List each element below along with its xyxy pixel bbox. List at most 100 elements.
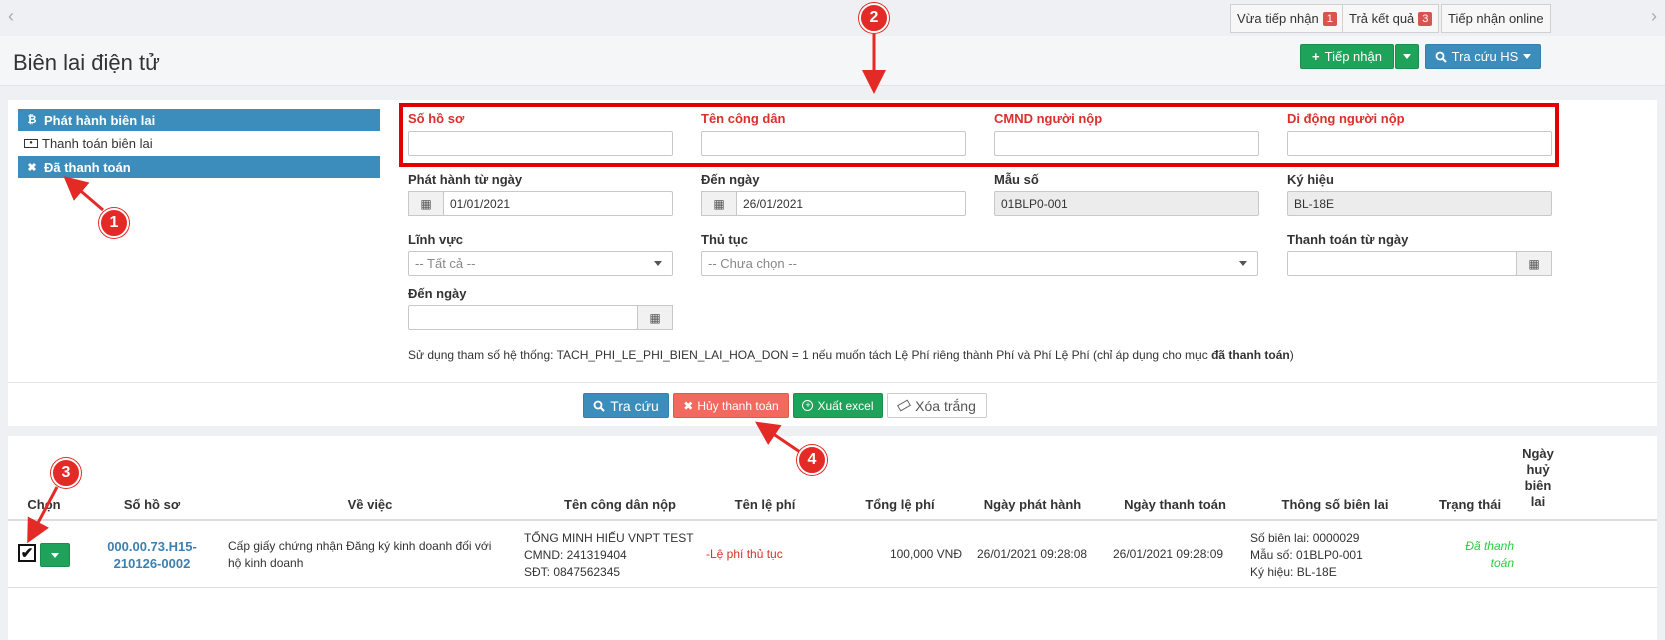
ve-viec-line: Cấp giấy chứng nhận Đăng ký kinh doanh đ… xyxy=(228,539,492,553)
caret-down-icon xyxy=(51,552,59,558)
tra-ket-qua-button[interactable]: Trả kết quả 3 xyxy=(1342,4,1440,33)
row-checkbox[interactable]: ✔ xyxy=(18,544,36,562)
row-so-ho-so-link[interactable]: 000.00.73.H15- 210126-0002 xyxy=(100,538,204,572)
ky-hieu-label: Ký hiệu xyxy=(1287,172,1334,187)
linh-vuc-label: Lĩnh vực xyxy=(408,232,463,247)
linh-vuc-selected: -- Tất cả -- xyxy=(415,256,476,271)
close-icon: ✖ xyxy=(27,161,37,174)
sidebar-item-thanh-toan[interactable]: ● Thanh toán biên lai xyxy=(18,132,380,154)
trang-thai-line: Đã thanh xyxy=(1465,539,1514,553)
mau-so-field: 01BLP0-001 xyxy=(994,191,1259,216)
col-ngay-huy-line: biên xyxy=(1524,478,1552,493)
ky-hieu: Ký hiệu: BL-18E xyxy=(1250,565,1337,579)
cong-dan-cmnd: CMND: 241319404 xyxy=(524,548,627,562)
thu-tuc-label: Thủ tục xyxy=(701,232,748,247)
tiep-nhan-button[interactable]: + Tiếp nhận xyxy=(1300,44,1394,69)
thanh-toan-tu-ngay-input[interactable] xyxy=(1287,251,1517,276)
ve-viec-line: hộ kinh doanh xyxy=(228,556,304,570)
col-ngay-huy-line: Ngày xyxy=(1522,446,1554,461)
caret-down-icon xyxy=(1239,261,1247,266)
tra-ket-qua-label: Trả kết quả xyxy=(1349,11,1415,26)
annotation-marker-4: 4 xyxy=(797,445,827,475)
row-ngay-thanh-toan: 26/01/2021 09:28:09 xyxy=(1113,547,1224,561)
linh-vuc-select[interactable]: -- Tất cả -- xyxy=(408,251,673,276)
col-ngay-huy-header: Ngày huỷ biên lai xyxy=(1516,446,1560,510)
plus-circle-icon: + xyxy=(802,400,814,411)
note-bold-text: đã thanh toán xyxy=(1211,348,1290,362)
col-ngay-huy-line: huỷ xyxy=(1526,462,1550,477)
chevron-left-icon[interactable]: ‹ xyxy=(8,6,14,27)
so-ho-so-line: 000.00.73.H15- xyxy=(107,539,197,554)
so-bien-lai: Số biên lai: 0000029 xyxy=(1250,531,1360,545)
col-ngay-thanh-toan-header: Ngày thanh toán xyxy=(1124,497,1226,512)
col-ve-viec-header: Về việc xyxy=(347,497,393,512)
ky-hieu-field: BL-18E xyxy=(1287,191,1552,216)
col-ngay-huy-line: lai xyxy=(1530,494,1546,509)
vua-tiep-nhan-label: Vừa tiếp nhận xyxy=(1237,11,1319,26)
chevron-right-icon[interactable]: › xyxy=(1651,6,1657,27)
tiep-nhan-dropdown-button[interactable] xyxy=(1395,44,1419,69)
top-bar: ‹ Vừa tiếp nhận 1 Trả kết quả 3 Tiếp nhậ… xyxy=(0,0,1665,36)
sidebar-item-label: Đã thanh toán xyxy=(44,159,131,175)
thanh-toan-tu-ngay-label: Thanh toán từ ngày xyxy=(1287,232,1409,247)
thu-tuc-select[interactable]: -- Chưa chọn -- xyxy=(701,251,1258,276)
calendar-icon[interactable]: ▦ xyxy=(1516,251,1552,276)
huy-thanh-toan-label: Hủy thanh toán xyxy=(697,398,779,413)
annotation-highlight-box xyxy=(399,103,1559,167)
phat-hanh-tu-ngay-label: Phát hành từ ngày xyxy=(408,172,523,187)
col-thong-so-header: Thông số biên lai xyxy=(1281,497,1389,512)
row-ten-le-phi: -Lệ phí thủ tục xyxy=(706,547,783,561)
tra-cuu-hs-label: Tra cứu HS xyxy=(1451,49,1519,64)
row-cong-dan: TỔNG MINH HIẾU VNPT TEST CMND: 241319404… xyxy=(524,530,694,581)
cong-dan-ten: TỔNG MINH HIẾU VNPT TEST xyxy=(524,531,694,545)
mau-so-label: Mẫu số xyxy=(994,172,1039,187)
calendar-icon[interactable]: ▦ xyxy=(408,191,444,216)
annotation-marker-2: 2 xyxy=(859,3,889,33)
tra-cuu-button[interactable]: Tra cứu xyxy=(583,393,669,418)
col-ngay-phat-hanh-header: Ngày phát hành xyxy=(983,497,1082,512)
tiep-nhan-online-button[interactable]: Tiếp nhận online xyxy=(1441,4,1551,33)
row-divider xyxy=(8,587,1657,588)
phat-hanh-tu-ngay-input[interactable]: 01/01/2021 xyxy=(443,191,673,216)
den-ngay-input[interactable]: 26/01/2021 xyxy=(736,191,966,216)
close-icon: ✖ xyxy=(683,398,694,413)
sidebar-item-phat-hanh[interactable]: ₿ Phát hành biên lai xyxy=(18,109,380,131)
sidebar-item-da-thanh-toan[interactable]: ✖ Đã thanh toán xyxy=(18,156,380,178)
row-action-dropdown[interactable] xyxy=(40,543,70,567)
money-icon: ● xyxy=(24,138,38,148)
vua-tiep-nhan-badge: 1 xyxy=(1322,11,1337,26)
col-ten-le-phi-header: Tên lệ phí xyxy=(734,497,796,512)
page-title: Biên lai điện tử xyxy=(13,50,160,75)
bitcoin-icon: ₿ xyxy=(27,114,37,126)
thu-tuc-selected: -- Chưa chọn -- xyxy=(708,256,797,271)
note-suffix: ) xyxy=(1289,348,1294,362)
xoa-trang-button[interactable]: Xóa trắng xyxy=(887,393,987,418)
plus-icon: + xyxy=(1312,49,1320,64)
title-bar: Biên lai điện tử + Tiếp nhận Tra cứu HS xyxy=(0,36,1665,86)
tra-ket-qua-badge: 3 xyxy=(1418,11,1433,26)
tra-cuu-label: Tra cứu xyxy=(610,397,659,414)
xoa-trang-label: Xóa trắng xyxy=(915,397,976,414)
eraser-icon xyxy=(897,399,912,412)
calendar-icon[interactable]: ▦ xyxy=(701,191,737,216)
row-status-badge: Đã thanh toán xyxy=(1440,538,1514,572)
den-ngay-2-label: Đến ngày xyxy=(408,286,467,301)
so-ho-so-line: 210126-0002 xyxy=(113,556,191,571)
row-ve-viec: Cấp giấy chứng nhận Đăng ký kinh doanh đ… xyxy=(228,538,510,572)
calendar-icon[interactable]: ▦ xyxy=(637,305,673,330)
row-tong-le-phi: 100,000 VNĐ xyxy=(889,547,962,561)
col-tong-le-phi-header: Tổng lệ phí xyxy=(865,497,935,512)
vua-tiep-nhan-button[interactable]: Vừa tiếp nhận 1 xyxy=(1230,4,1344,33)
col-trang-thai-header: Trạng thái xyxy=(1438,497,1502,512)
header-divider xyxy=(8,519,1657,521)
row-ngay-phat-hanh: 26/01/2021 09:28:08 xyxy=(977,547,1088,561)
tra-cuu-hs-button[interactable]: Tra cứu HS xyxy=(1425,44,1541,69)
huy-thanh-toan-button[interactable]: ✖ Hủy thanh toán xyxy=(673,393,789,418)
den-ngay-2-input[interactable] xyxy=(408,305,638,330)
trang-thai-line: toán xyxy=(1490,556,1514,570)
tiep-nhan-label: Tiếp nhận xyxy=(1324,49,1382,64)
col-chon-header: Chọn xyxy=(27,497,61,512)
col-so-ho-so-header: Số hồ sơ xyxy=(123,497,181,512)
sidebar-item-label: Thanh toán biên lai xyxy=(42,135,153,151)
xuat-excel-button[interactable]: + Xuất excel xyxy=(793,393,883,418)
